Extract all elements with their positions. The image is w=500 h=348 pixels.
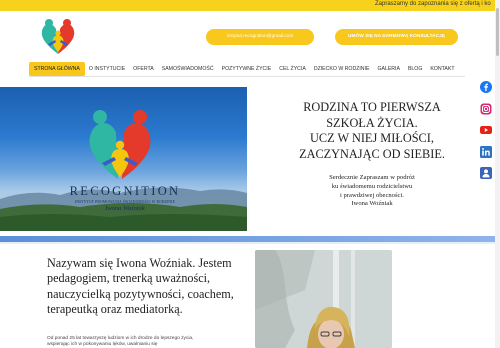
brand-title: RECOGNITION bbox=[69, 184, 181, 198]
hero-signature: Iwona Woźniak bbox=[351, 200, 393, 208]
announcement-text: Zapraszamy do zapoznania się z ofertą i … bbox=[375, 1, 491, 7]
section-divider-shadow bbox=[0, 242, 500, 244]
nav-item-life-purpose[interactable]: Cel życia bbox=[275, 62, 310, 76]
youtube-icon bbox=[479, 125, 492, 134]
hero-text-line: Serdecznie Zapraszam w podróż bbox=[329, 174, 415, 182]
about-paragraph: Od ponad 25 lat towarzyszę ludziom w ich… bbox=[47, 336, 194, 347]
instagram-icon bbox=[480, 103, 491, 114]
email-button[interactable]: instytut.recognition@gmail.com bbox=[206, 29, 314, 45]
linkedin-link[interactable] bbox=[478, 144, 493, 159]
announcement-bar: Zapraszamy do zapoznania się z ofertą i … bbox=[0, 0, 500, 11]
nav-item-gallery[interactable]: Galeria bbox=[373, 62, 404, 76]
nav-item-contact[interactable]: Kontakt bbox=[426, 62, 458, 76]
hero-text-line: i prawdziwej obecności. bbox=[340, 191, 404, 199]
hero-quote: RODZINA TO PIERWSZA SZKOŁA ŻYCIA. UCZ W … bbox=[268, 100, 476, 209]
scrollbar-thumb[interactable] bbox=[496, 8, 499, 56]
brand-block: RECOGNITION INSTYTUT PROMOWANIA ŚWIADOMO… bbox=[40, 184, 210, 212]
hero-heading-line: SZKOŁA ŻYCIA. bbox=[326, 115, 418, 130]
site-logo[interactable] bbox=[37, 16, 79, 58]
hero-text-line: ku świadomemu rodzicielstwu bbox=[331, 182, 413, 190]
family-logo-mark bbox=[89, 110, 151, 179]
brand-subtitle: INSTYTUT PROMOWANIA ŚWIADOMOŚCI W RODZIN… bbox=[74, 200, 176, 204]
portrait-illustration bbox=[255, 250, 392, 348]
free-consultation-button[interactable]: UMÓW SIĘ NA DARMOWĄ KONSULTACJĘ bbox=[335, 29, 458, 45]
nav-item-positive-life[interactable]: Pozytywne życie bbox=[218, 62, 276, 76]
nav-item-self-awareness[interactable]: Samoświadomość bbox=[158, 62, 218, 76]
hero-heading-line: UCZ W NIEJ MIŁOŚCI, bbox=[310, 131, 434, 146]
facebook-icon bbox=[479, 80, 492, 93]
portrait-photo bbox=[255, 250, 392, 348]
profile-link[interactable] bbox=[478, 165, 493, 180]
nav-item-about-institute[interactable]: O instytucie bbox=[85, 62, 129, 76]
facebook-link[interactable] bbox=[478, 79, 493, 94]
logo-icon bbox=[41, 19, 75, 54]
hero-heading-line: RODZINA TO PIERWSZA bbox=[303, 100, 441, 114]
main-navigation: Strona główna O instytucie Oferta Samośw… bbox=[29, 62, 465, 76]
nav-item-blog[interactable]: Blog bbox=[404, 62, 426, 76]
nav-item-offer[interactable]: Oferta bbox=[129, 62, 158, 76]
profile-icon bbox=[479, 166, 492, 179]
nav-item-home[interactable]: Strona główna bbox=[29, 62, 85, 76]
brand-owner-name: Iwona Woźniak bbox=[105, 205, 145, 212]
linkedin-icon bbox=[479, 145, 492, 158]
youtube-link[interactable] bbox=[478, 122, 493, 137]
instagram-link[interactable] bbox=[478, 101, 493, 116]
nav-divider bbox=[29, 76, 465, 77]
about-heading: Nazywam się Iwona Woźniak. Jestem pedago… bbox=[47, 256, 234, 316]
hero-heading-line: ZACZYNAJĄC OD SIEBIE. bbox=[299, 146, 445, 161]
nav-item-child-in-family[interactable]: Dziecko w rodzinie bbox=[310, 62, 374, 76]
